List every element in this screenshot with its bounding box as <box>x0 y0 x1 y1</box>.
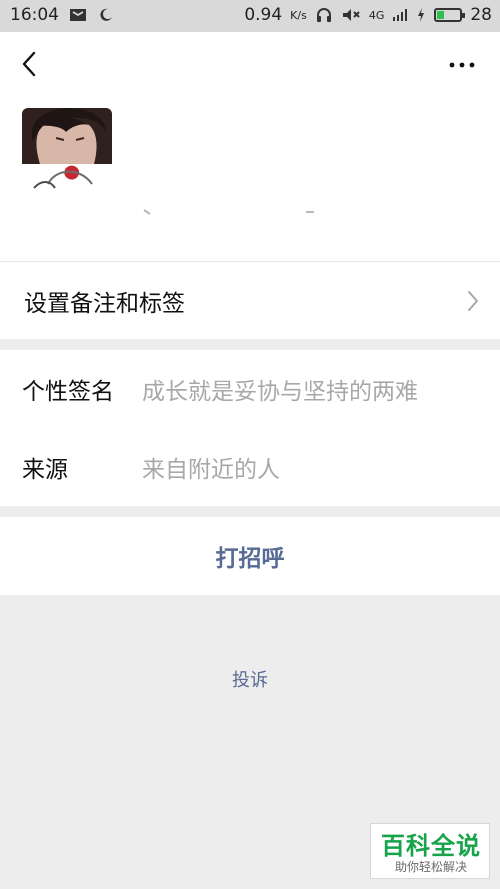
network-unit: K/s <box>290 8 307 22</box>
mute-icon <box>342 9 360 21</box>
signature-label: 个性签名 <box>22 379 114 405</box>
battery-fill <box>437 11 444 19</box>
source-label: 来源 <box>22 457 68 483</box>
status-left: 16:04 <box>10 5 113 25</box>
greet-button[interactable]: 打招呼 <box>0 517 500 595</box>
watermark: 百科全说 助你轻松解决 <box>370 823 490 879</box>
network-speed: 0.94 <box>244 5 283 25</box>
chevron-right-icon <box>468 291 478 311</box>
watermark-title: 百科全说 <box>381 832 481 860</box>
moon-icon <box>100 8 112 21</box>
more-icon[interactable] <box>448 62 476 68</box>
signature-row: 个性签名 成长就是妥协与坚持的两难 <box>0 350 500 428</box>
status-right: 0.94 K/s 4G 28 <box>244 5 492 25</box>
signal-label: 4G <box>368 8 385 22</box>
avatar[interactable] <box>22 108 112 198</box>
source-row: 来源 来自附近的人 <box>0 428 500 506</box>
watermark-subtitle: 助你轻松解决 <box>394 860 467 874</box>
battery-icon <box>434 8 466 22</box>
sim-card-icon <box>70 9 86 21</box>
remark-and-tags-row[interactable]: 设置备注和标签 <box>0 261 500 339</box>
nickname-placeholder <box>143 209 314 215</box>
back-arrow-icon[interactable] <box>18 50 40 78</box>
signal-icon <box>393 9 408 21</box>
remark-and-tags-label: 设置备注和标签 <box>24 290 185 317</box>
signature-value: 成长就是妥协与坚持的两难 <box>142 379 418 405</box>
status-time: 16:04 <box>10 5 59 25</box>
charging-icon <box>418 8 425 22</box>
source-value: 来自附近的人 <box>142 457 280 483</box>
headphones-icon <box>316 8 331 22</box>
avatar-image <box>22 108 112 198</box>
status-bar: 16:04 0.94 K/s 4G 28 <box>0 0 500 32</box>
greet-button-label: 打招呼 <box>215 546 285 572</box>
profile-card <box>0 32 500 261</box>
battery-level: 28 <box>470 5 492 25</box>
report-link[interactable]: 投诉 <box>0 666 500 692</box>
